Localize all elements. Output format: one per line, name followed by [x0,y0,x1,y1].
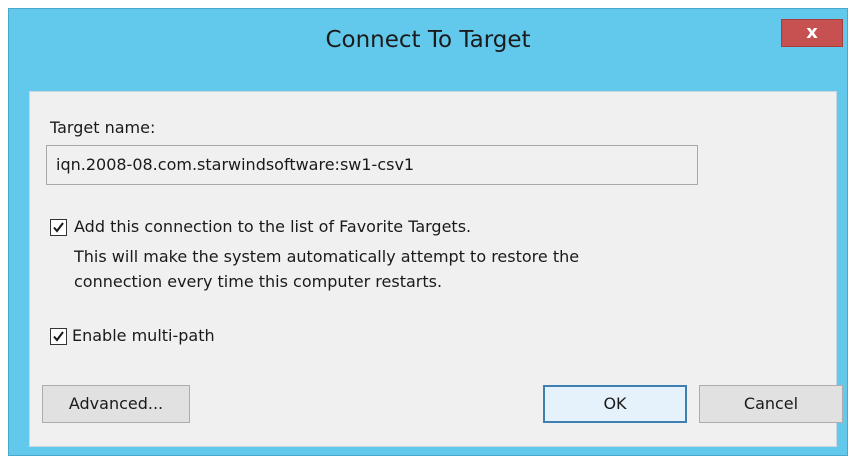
description-line: connection every time this computer rest… [74,272,443,291]
dialog-title: Connect To Target [325,27,531,53]
dialog-body: Target name: iqn.2008-08.com.starwindsof… [29,91,843,447]
multi-path-checkbox[interactable] [50,328,67,345]
multi-path-label[interactable]: Enable multi-path [72,326,215,345]
checkmark-icon [53,331,64,342]
favorite-targets-checkbox[interactable] [50,219,67,236]
cancel-button[interactable]: Cancel [699,385,843,423]
favorite-targets-label[interactable]: Add this connection to the list of Favor… [74,217,471,236]
ok-button[interactable]: OK [543,385,687,423]
target-name-label: Target name: [50,118,156,137]
advanced-button[interactable]: Advanced... [42,385,190,423]
title-bar[interactable]: Connect To Target x [9,9,847,77]
connect-to-target-dialog: Connect To Target x Target name: iqn.200… [8,8,848,456]
target-name-field[interactable]: iqn.2008-08.com.starwindsoftware:sw1-csv… [46,145,698,185]
checkmark-icon [53,222,64,233]
description-line: This will make the system automatically … [74,247,580,266]
close-button[interactable]: x [781,19,843,47]
favorite-targets-description: This will make the system automatically … [74,244,579,294]
